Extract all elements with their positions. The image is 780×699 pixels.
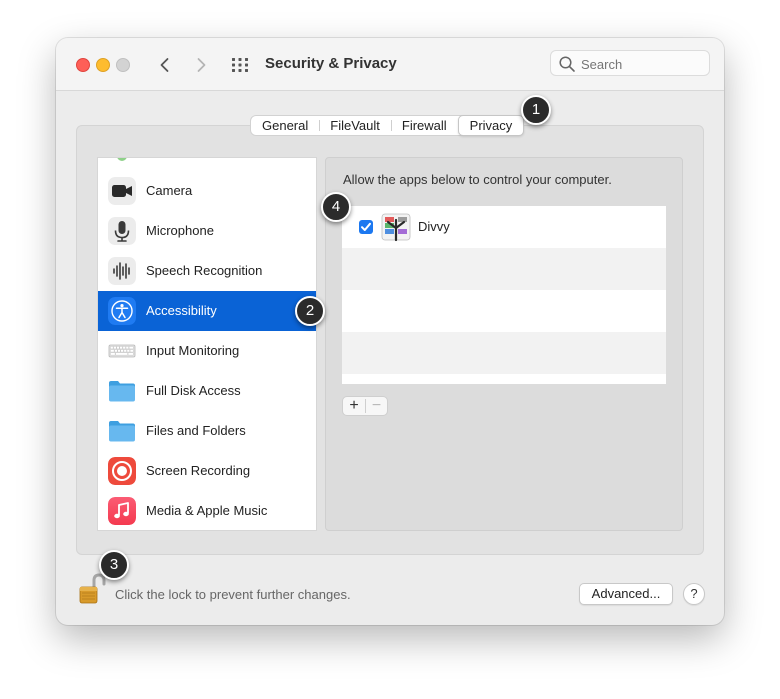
microphone-icon bbox=[108, 217, 136, 245]
show-all-button[interactable] bbox=[230, 55, 250, 75]
sidebar-item-speech-recognition[interactable]: Speech Recognition bbox=[98, 251, 316, 291]
tab-privacy[interactable]: Privacy bbox=[457, 115, 525, 136]
titlebar: Security & Privacy bbox=[56, 38, 724, 91]
chevron-right-icon bbox=[197, 58, 206, 72]
sidebar-item-partial[interactable] bbox=[98, 158, 316, 170]
divvy-app-icon bbox=[381, 213, 411, 242]
table-row bbox=[342, 332, 666, 374]
help-button[interactable]: ? bbox=[683, 583, 705, 605]
callout-badge-4: 4 bbox=[321, 192, 351, 222]
lock-open-icon bbox=[79, 573, 106, 604]
search-field[interactable] bbox=[550, 50, 710, 76]
sidebar-item-label: Files and Folders bbox=[146, 423, 246, 438]
sidebar-item-screen-recording[interactable]: Screen Recording bbox=[98, 451, 316, 491]
back-button[interactable] bbox=[154, 54, 176, 76]
folder-icon bbox=[109, 421, 135, 442]
remove-app-button[interactable]: − bbox=[366, 397, 387, 415]
sidebar-item-microphone[interactable]: Microphone bbox=[98, 211, 316, 251]
keyboard-icon bbox=[108, 337, 136, 365]
close-button[interactable] bbox=[76, 58, 90, 72]
add-remove-control: + − bbox=[342, 396, 388, 416]
sidebar-item-full-disk-access[interactable]: Full Disk Access bbox=[98, 371, 316, 411]
privacy-category-list[interactable]: Camera Microphone Speech Recognition Acc… bbox=[97, 157, 317, 531]
minimize-button[interactable] bbox=[96, 58, 110, 72]
tab-general[interactable]: General bbox=[251, 116, 319, 135]
table-row bbox=[342, 290, 666, 332]
app-list[interactable]: Divvy bbox=[342, 206, 666, 384]
sidebar-item-media-apple-music[interactable]: Media & Apple Music bbox=[98, 491, 316, 530]
advanced-button[interactable]: Advanced... bbox=[579, 583, 673, 605]
table-row[interactable]: Divvy bbox=[342, 206, 666, 248]
sidebar-item-label: Microphone bbox=[146, 223, 214, 238]
sidebar-item-accessibility[interactable]: Accessibility bbox=[98, 291, 316, 331]
partial-app-icon bbox=[117, 158, 127, 161]
tab-firewall[interactable]: Firewall bbox=[390, 116, 458, 135]
music-note-icon bbox=[108, 497, 136, 525]
sidebar-item-label: Full Disk Access bbox=[146, 383, 241, 398]
lock-button[interactable] bbox=[76, 572, 108, 606]
app-name: Divvy bbox=[418, 219, 450, 234]
sidebar-item-label: Speech Recognition bbox=[146, 263, 263, 278]
tab-filevault[interactable]: FileVault bbox=[319, 116, 391, 135]
table-row bbox=[342, 248, 666, 290]
window-title: Security & Privacy bbox=[265, 55, 397, 72]
record-icon bbox=[108, 457, 136, 485]
sidebar-item-label: Accessibility bbox=[146, 303, 217, 318]
sidebar-item-camera[interactable]: Camera bbox=[98, 171, 316, 211]
chevron-left-icon bbox=[160, 58, 169, 72]
waveform-icon bbox=[108, 257, 136, 285]
sidebar-item-files-and-folders[interactable]: Files and Folders bbox=[98, 411, 316, 451]
lock-status-text: Click the lock to prevent further change… bbox=[115, 587, 351, 602]
accessibility-detail-pane: Allow the apps below to control your com… bbox=[325, 157, 683, 531]
add-app-button[interactable]: + bbox=[343, 397, 365, 415]
accessibility-icon bbox=[108, 297, 136, 325]
checkmark-icon bbox=[361, 222, 371, 231]
sidebar-item-label: Screen Recording bbox=[146, 463, 251, 478]
tab-bar: General FileVault Firewall Privacy bbox=[250, 115, 525, 136]
camera-icon bbox=[108, 177, 136, 205]
forward-button[interactable] bbox=[190, 54, 212, 76]
sidebar-item-input-monitoring[interactable]: Input Monitoring bbox=[98, 331, 316, 371]
zoom-button[interactable] bbox=[116, 58, 130, 72]
detail-description: Allow the apps below to control your com… bbox=[343, 172, 612, 187]
privacy-panel: Camera Microphone Speech Recognition Acc… bbox=[76, 125, 704, 555]
callout-badge-2: 2 bbox=[295, 296, 325, 326]
grid-icon bbox=[232, 58, 248, 72]
folder-icon bbox=[109, 381, 135, 402]
sidebar-item-label: Camera bbox=[146, 183, 193, 198]
security-privacy-window: Security & Privacy General FileVault Fir… bbox=[56, 38, 724, 625]
callout-badge-1: 1 bbox=[521, 95, 551, 125]
search-input[interactable] bbox=[581, 57, 701, 72]
sidebar-item-label: Input Monitoring bbox=[146, 343, 240, 358]
sidebar-item-label: Media & Apple Music bbox=[146, 503, 268, 518]
callout-badge-3: 3 bbox=[99, 550, 129, 580]
search-icon bbox=[559, 56, 575, 72]
app-checkbox[interactable] bbox=[359, 220, 373, 234]
